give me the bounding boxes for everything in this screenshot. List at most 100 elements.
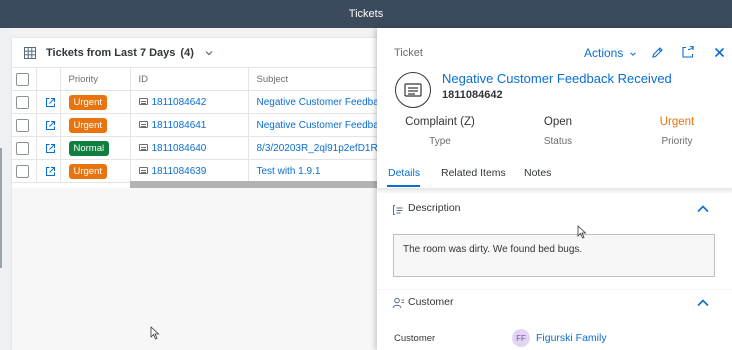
table-row[interactable]: Urgent 1811084639 Test with 1.9.1: [12, 159, 379, 183]
chevron-down-icon: [629, 52, 636, 56]
grid-icon[interactable]: [23, 46, 37, 60]
row-select-cell: [12, 90, 37, 114]
external-link-icon[interactable]: [45, 120, 56, 131]
subject-cell: Test with 1.9.1: [248, 159, 379, 183]
close-icon[interactable]: [714, 47, 725, 58]
tab-related-items[interactable]: Related Items: [441, 167, 506, 179]
id-cell: 1811084640: [130, 136, 249, 160]
ticket-id-link[interactable]: 1811084642: [152, 97, 207, 108]
description-text: The room was dirty. We found bed bugs.: [393, 234, 715, 277]
subject-cell: 8/3/20203R_2ql91p2efD1R: [248, 136, 379, 160]
priority-cell: Urgent: [60, 159, 131, 183]
ticket-list-panel: Tickets from Last 7 Days (4) Priority ID…: [12, 38, 379, 350]
ticket-icon: [138, 144, 148, 152]
subject-cell: Negative Customer Feedba: [248, 113, 379, 137]
select-all-cell: [12, 67, 37, 91]
kpi-type-value: Complaint (Z): [405, 116, 475, 128]
mouse-cursor-icon: [577, 225, 587, 239]
priority-badge: Urgent: [68, 117, 108, 133]
ticket-id-link[interactable]: 1811084641: [152, 120, 207, 131]
id-cell: 1811084639: [130, 159, 249, 183]
row-checkbox[interactable]: [16, 95, 29, 109]
ticket-icon: [138, 121, 148, 129]
customer-title: Customer: [408, 296, 454, 308]
left-strip: [0, 28, 12, 350]
row-nav-cell: [36, 113, 61, 137]
row-checkbox[interactable]: [16, 118, 29, 132]
detail-header: Ticket Actions Negative Customer Feedbac…: [377, 28, 732, 188]
nav-column-header: [36, 67, 61, 91]
column-header-id[interactable]: ID: [130, 67, 249, 91]
table-row[interactable]: Urgent 1811084641 Negative Customer Feed…: [12, 113, 379, 137]
list-empty-area: [12, 188, 378, 350]
ticket-icon: [404, 83, 422, 97]
customer-avatar: FF: [512, 329, 530, 347]
subject-link[interactable]: Negative Customer Feedba: [257, 97, 378, 108]
active-tab-indicator: [387, 185, 420, 187]
ticket-table: Priority ID Subject Urgent 1811084642 Ne…: [12, 67, 379, 183]
subject-link[interactable]: 8/3/20203R_2ql91p2efD1R: [257, 143, 378, 154]
priority-cell: Normal: [60, 136, 131, 160]
column-header-priority[interactable]: Priority: [60, 67, 131, 91]
priority-badge: Urgent: [68, 94, 108, 110]
chevron-up-icon[interactable]: [696, 297, 710, 309]
tab-details[interactable]: Details: [388, 167, 420, 179]
detail-title: Negative Customer Feedback Received: [442, 71, 672, 86]
panel-divider: [0, 148, 2, 268]
app-title: Tickets: [348, 8, 384, 20]
subject-link[interactable]: Negative Customer Feedba: [257, 120, 378, 131]
row-select-cell: [12, 136, 37, 160]
table-row[interactable]: Urgent 1811084642 Negative Customer Feed…: [12, 90, 379, 114]
select-all-checkbox[interactable]: [16, 72, 29, 86]
row-checkbox[interactable]: [16, 141, 29, 155]
kpi-priority-label: Priority: [661, 136, 693, 147]
external-link-icon[interactable]: [45, 97, 56, 108]
row-nav-cell: [36, 159, 61, 183]
actions-label: Actions: [584, 46, 624, 60]
id-cell: 1811084642: [130, 90, 249, 114]
subject-cell: Negative Customer Feedba: [248, 90, 379, 114]
description-title: Description: [408, 202, 461, 214]
ticket-detail-panel: Ticket Actions Negative Customer Feedbac…: [377, 28, 732, 350]
list-header: Tickets from Last 7 Days (4): [12, 38, 378, 67]
list-title: Tickets from Last 7 Days: [46, 46, 176, 59]
priority-badge: Urgent: [68, 163, 108, 179]
row-select-cell: [12, 113, 37, 137]
chevron-down-icon[interactable]: [204, 48, 214, 58]
kpi-status-value: Open: [543, 116, 573, 128]
share-icon[interactable]: [681, 45, 695, 59]
edit-icon[interactable]: [651, 46, 664, 59]
mouse-cursor-icon: [150, 326, 160, 340]
kpi-status-label: Status: [543, 136, 573, 147]
detail-kicker: Ticket: [394, 47, 423, 59]
external-link-icon[interactable]: [45, 143, 56, 154]
priority-badge: Normal: [68, 140, 110, 156]
person-icon: [392, 297, 404, 309]
tab-notes[interactable]: Notes: [524, 167, 551, 179]
ticket-icon: [138, 167, 148, 175]
text-icon: [393, 205, 403, 215]
detail-id: 1811084642: [442, 89, 503, 101]
shell-bar: Tickets: [0, 0, 732, 28]
ticket-icon: [138, 98, 148, 106]
priority-cell: Urgent: [60, 113, 131, 137]
list-count: (4): [180, 46, 194, 59]
table-row[interactable]: Normal 1811084640 8/3/20203R_2ql91p2efD1…: [12, 136, 379, 160]
kpi-type-label: Type: [429, 136, 451, 147]
horizontal-scrollbar[interactable]: [130, 181, 378, 188]
id-cell: 1811084641: [130, 113, 249, 137]
kpi-priority-value: Urgent: [659, 116, 695, 128]
ticket-id-link[interactable]: 1811084640: [152, 143, 207, 154]
customer-field-label: Customer: [394, 333, 436, 344]
customer-link[interactable]: Figurski Family: [536, 332, 607, 344]
chevron-up-icon[interactable]: [696, 203, 710, 215]
subject-link[interactable]: Test with 1.9.1: [257, 166, 321, 177]
actions-menu-button[interactable]: Actions: [584, 46, 637, 60]
column-header-subject[interactable]: Subject: [248, 67, 379, 91]
ticket-avatar: [395, 72, 431, 108]
ticket-id-link[interactable]: 1811084639: [152, 166, 207, 177]
row-nav-cell: [36, 90, 61, 114]
priority-cell: Urgent: [60, 90, 131, 114]
row-checkbox[interactable]: [16, 164, 29, 178]
external-link-icon[interactable]: [45, 166, 56, 177]
